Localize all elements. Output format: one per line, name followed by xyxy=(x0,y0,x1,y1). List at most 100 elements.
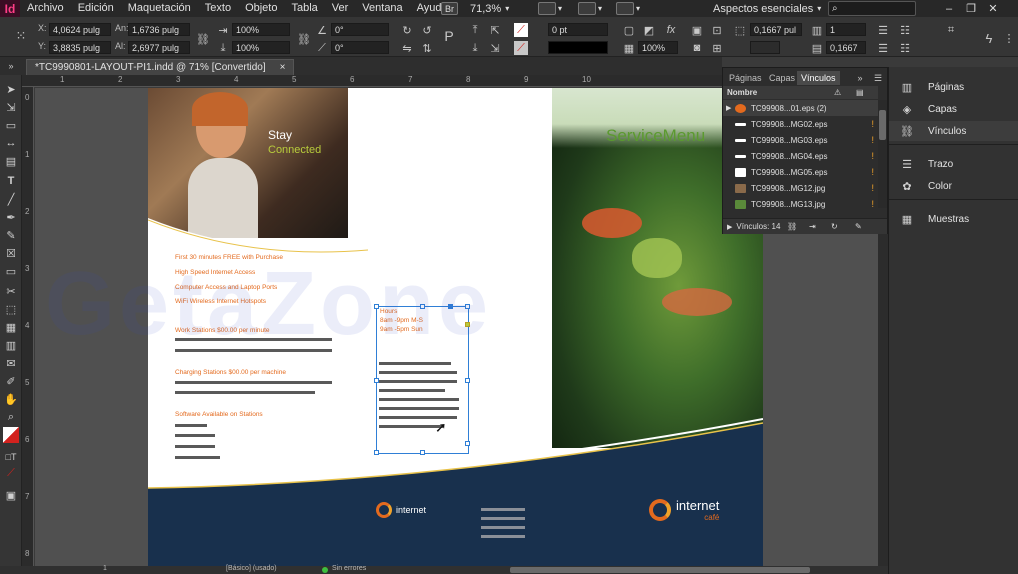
panel-menu-icon[interactable]: ⋮ xyxy=(1002,31,1016,45)
columns-field[interactable]: 1 xyxy=(826,23,866,36)
x-field[interactable]: 4,0624 pulg xyxy=(49,23,111,36)
align-bottom-icon[interactable]: ☰ xyxy=(876,41,890,55)
modified-warning-icon[interactable]: ! xyxy=(871,119,874,129)
modified-warning-icon[interactable]: ! xyxy=(871,135,874,145)
screen-mode-icon[interactable]: ▣ xyxy=(3,487,19,503)
select-container-icon[interactable]: ⤒ xyxy=(468,23,482,37)
app-logo[interactable]: Id xyxy=(0,0,20,17)
tab-links[interactable]: Vínculos xyxy=(797,71,840,85)
text-wrap-icon[interactable]: ▣ xyxy=(690,23,704,37)
menu-ventana[interactable]: Ventana xyxy=(355,0,409,17)
apply-none-icon[interactable]: ⟋ xyxy=(3,465,19,481)
select-content-icon[interactable]: ⤓ xyxy=(468,41,482,55)
rectangle-frame-tool-icon[interactable]: ☒ xyxy=(3,245,19,261)
constrain-scale-icon[interactable]: ⛓ xyxy=(297,32,311,46)
bridge-button[interactable]: Br xyxy=(441,1,458,16)
link-row[interactable]: TC99908...MG03.eps ! xyxy=(723,132,878,148)
fitting-icon[interactable]: ⊡ xyxy=(710,23,724,37)
rotate-cw-icon[interactable]: ↻ xyxy=(400,23,414,37)
link-row[interactable]: TC99908...MG02.eps ! xyxy=(723,116,878,132)
menu-texto[interactable]: Texto xyxy=(198,0,238,17)
brand-logo-left[interactable]: internet xyxy=(376,502,426,518)
tab-layers[interactable]: Capas xyxy=(765,71,799,85)
shear-field[interactable]: 0° xyxy=(331,41,389,54)
column-name-header[interactable]: Nombre xyxy=(727,88,757,97)
menu-ver[interactable]: Ver xyxy=(325,0,356,17)
pen-tool-icon[interactable]: ✒ xyxy=(3,209,19,225)
brand-logo-right[interactable]: internet café xyxy=(649,498,719,522)
text-wrap-alt-icon[interactable]: ◙ xyxy=(690,41,704,55)
horizontal-scroll-thumb[interactable] xyxy=(510,567,810,573)
corner-options-icon[interactable]: ⬚ xyxy=(733,23,747,37)
modified-warning-icon[interactable]: ! xyxy=(871,183,874,193)
modified-warning-icon[interactable]: ! xyxy=(871,167,874,177)
menu-tabla[interactable]: Tabla xyxy=(284,0,324,17)
panel-collapse-icon[interactable]: » xyxy=(853,71,867,85)
path-p-icon[interactable]: P xyxy=(442,28,456,44)
content-collector-icon[interactable]: ▤ xyxy=(3,153,19,169)
panel-menu-icon[interactable]: ☰ xyxy=(871,71,885,85)
width-field[interactable]: 1,6736 pulg xyxy=(128,23,190,36)
align-top-icon[interactable]: ☰ xyxy=(876,23,890,37)
hand-tool-icon[interactable]: ✋ xyxy=(3,391,19,407)
links-scrollbar[interactable] xyxy=(878,100,887,208)
relink-icon[interactable]: ⛓ xyxy=(787,222,797,231)
tab-pages[interactable]: Páginas xyxy=(725,71,766,85)
note-tool-icon[interactable]: ✉ xyxy=(3,355,19,371)
modified-warning-icon[interactable]: ! xyxy=(871,151,874,161)
dock-links[interactable]: ⛓ Vínculos xyxy=(889,121,1018,141)
menu-edicion[interactable]: Edición xyxy=(71,0,121,17)
line-tool-icon[interactable]: ╱ xyxy=(3,191,19,207)
arrange-documents-button[interactable]: ▾ xyxy=(616,1,640,16)
expand-triangle-icon[interactable]: ▶ xyxy=(726,104,731,112)
link-row[interactable]: TC99908...MG12.jpg ! xyxy=(723,180,878,196)
gradient-feather-tool-icon[interactable]: ▥ xyxy=(3,337,19,353)
menu-maquetacion[interactable]: Maquetación xyxy=(121,0,198,17)
frame-icon[interactable]: ▢ xyxy=(622,23,636,37)
select-previous-icon[interactable]: ⇱ xyxy=(488,23,502,37)
edit-original-icon[interactable]: ✎ xyxy=(855,222,862,231)
scale-x-field[interactable]: 100% xyxy=(232,23,290,36)
page-column-icon[interactable]: ▤ xyxy=(856,88,864,97)
stroke-type-select[interactable] xyxy=(548,41,608,54)
corner-shape-select[interactable] xyxy=(750,41,780,54)
dock-pages[interactable]: ▥ Páginas xyxy=(889,77,1018,97)
distribute-icon[interactable]: ☷ xyxy=(898,41,912,55)
rotate-field[interactable]: 0° xyxy=(331,23,389,36)
link-row[interactable]: TC99908...MG04.eps ! xyxy=(723,148,878,164)
fill-swatch-icon[interactable]: ⟋ xyxy=(514,23,528,37)
select-next-icon[interactable]: ⇲ xyxy=(488,41,502,55)
stroke-swatch-icon[interactable]: ⟋ xyxy=(514,41,528,55)
free-transform-tool-icon[interactable]: ⬚ xyxy=(3,301,19,317)
rotate-ccw-icon[interactable]: ↺ xyxy=(420,23,434,37)
fill-stroke-swatch-icon[interactable] xyxy=(3,427,19,443)
effects-fx-icon[interactable]: fx xyxy=(664,23,678,37)
page-tool-icon[interactable]: ▭ xyxy=(3,117,19,133)
quick-apply-icon[interactable]: ⌗ xyxy=(944,23,958,37)
resize-handle[interactable] xyxy=(374,378,379,383)
stroke-weight-field[interactable]: 0 pt xyxy=(548,23,608,36)
master-page-label[interactable]: [Básico] (usado) xyxy=(226,565,277,572)
document-tab[interactable]: *TC9990801-LAYOUT-PI1.indd @ 71% [Conver… xyxy=(26,59,295,75)
search-input[interactable]: ⌕ xyxy=(828,1,916,16)
y-field[interactable]: 3,8835 pulg xyxy=(49,41,111,54)
menu-archivo[interactable]: Archivo xyxy=(20,0,71,17)
type-tool-icon[interactable]: T xyxy=(3,173,19,189)
close-tab-icon[interactable]: × xyxy=(280,62,286,73)
align-center-icon[interactable]: ☷ xyxy=(898,23,912,37)
gap-tool-icon[interactable]: ↔ xyxy=(3,135,19,151)
warning-column-icon[interactable]: ⚠ xyxy=(834,88,841,97)
drop-shadow-icon[interactable]: ◩ xyxy=(642,23,656,37)
flip-horizontal-icon[interactable]: ⇋ xyxy=(400,41,414,55)
restore-button[interactable]: ❐ xyxy=(960,1,982,16)
gutter-field[interactable]: 0,1667 xyxy=(826,41,866,54)
go-to-link-icon[interactable]: ⇥ xyxy=(809,222,816,231)
corner-size-field[interactable]: 0,1667 pul xyxy=(750,23,802,36)
link-row[interactable]: TC99908...MG05.eps ! xyxy=(723,164,878,180)
minimize-button[interactable]: ‒ xyxy=(938,1,960,16)
constrain-proportions-icon[interactable]: ⛓ xyxy=(196,32,210,46)
lightning-icon[interactable]: ϟ xyxy=(982,31,996,46)
menu-objeto[interactable]: Objeto xyxy=(238,0,284,17)
eyedropper-tool-icon[interactable]: ✐ xyxy=(3,373,19,389)
reference-point-icon[interactable]: ⁙ xyxy=(14,28,28,43)
